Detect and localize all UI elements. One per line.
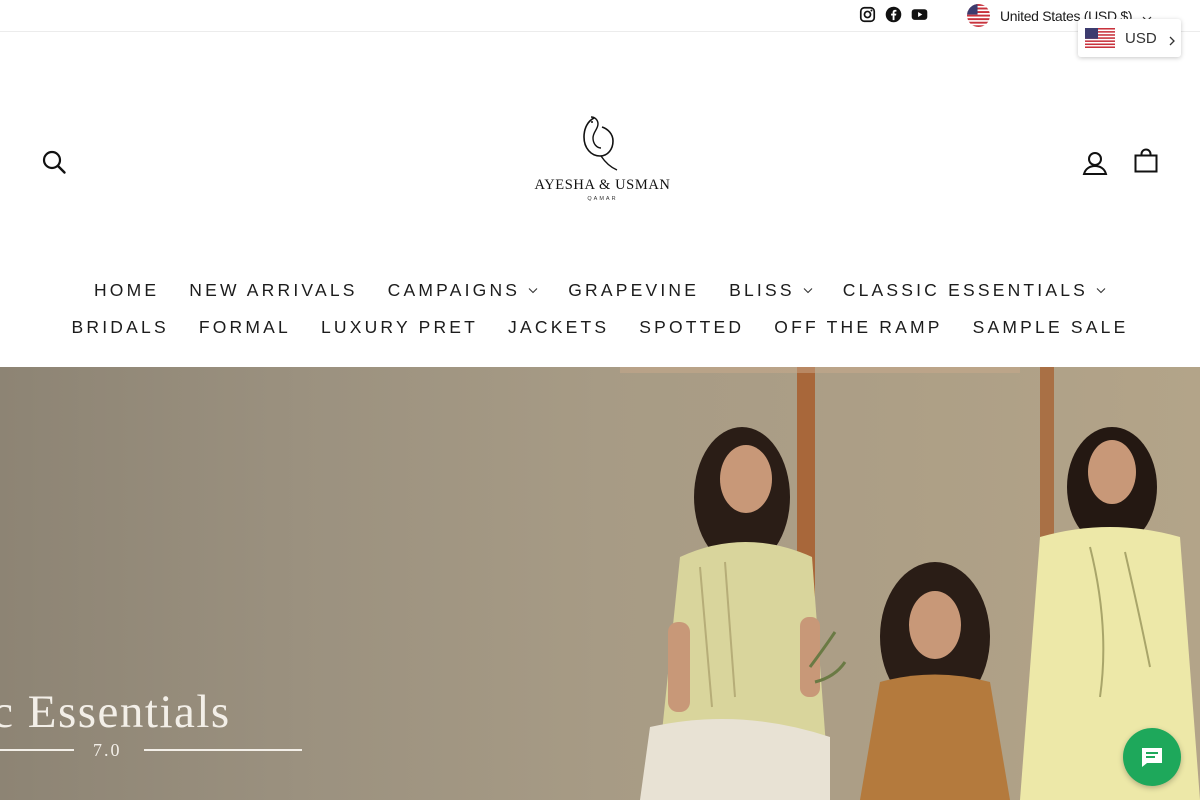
chat-button[interactable]: [1123, 728, 1181, 786]
utility-bar: United States (USD $): [0, 0, 1200, 32]
chat-bubble-icon: [1142, 748, 1162, 767]
nav-item-home[interactable]: HOME: [94, 280, 159, 301]
hero-subtitle: 7.0: [93, 740, 122, 760]
currency-switcher[interactable]: USD: [1078, 19, 1181, 57]
search-icon[interactable]: [41, 149, 67, 175]
nav-item-luxury-pret[interactable]: LUXURY PRET: [321, 317, 478, 338]
us-flag-icon: [1085, 28, 1115, 48]
us-flag-icon: [967, 4, 990, 27]
facebook-icon[interactable]: [885, 6, 902, 23]
nav-item-jackets[interactable]: JACKETS: [508, 317, 609, 338]
nav-item-off-the-ramp[interactable]: OFF THE RAMP: [774, 317, 942, 338]
user-icon[interactable]: [1082, 150, 1108, 176]
nav-item-formal[interactable]: FORMAL: [199, 317, 291, 338]
nav-item-bridals[interactable]: BRIDALS: [72, 317, 169, 338]
nav-item-campaigns[interactable]: CAMPAIGNS: [388, 280, 539, 301]
main-nav-row-2: BRIDALS FORMAL LUXURY PRET JACKETS SPOTT…: [0, 317, 1200, 338]
nav-item-classic-essentials[interactable]: CLASSIC ESSENTIALS: [843, 280, 1106, 301]
main-nav-row-1: HOME NEW ARRIVALS CAMPAIGNS GRAPEVINE BL…: [0, 280, 1200, 301]
hero-banner[interactable]: ssic Essentials 7.0: [0, 367, 1200, 800]
chevron-down-icon: [803, 288, 813, 294]
brand-name: AYESHA & USMAN: [534, 177, 671, 193]
bag-icon[interactable]: [1133, 148, 1159, 174]
currency-label: USD: [1125, 29, 1157, 47]
nav-item-bliss[interactable]: BLISS: [729, 280, 813, 301]
hero-title: ssic Essentials: [0, 686, 231, 738]
nav-item-spotted[interactable]: SPOTTED: [639, 317, 744, 338]
social-links: [859, 6, 928, 23]
nav-item-sample-sale[interactable]: SAMPLE SALE: [973, 317, 1129, 338]
chevron-right-icon: [1167, 33, 1177, 46]
nav-item-grapevine[interactable]: GRAPEVINE: [568, 280, 699, 301]
hero-divider-right: [144, 749, 302, 751]
youtube-icon[interactable]: [911, 6, 928, 23]
chevron-down-icon: [1096, 288, 1106, 294]
nav-item-new-arrivals[interactable]: NEW ARRIVALS: [189, 280, 357, 301]
bird-logo-icon: [583, 116, 618, 171]
instagram-icon[interactable]: [859, 6, 876, 23]
brand-subtitle: QAMAR: [587, 196, 618, 202]
hero-divider-left: [0, 749, 74, 751]
brand-logo[interactable]: AYESHA & USMAN QAMAR: [530, 115, 675, 207]
chevron-down-icon: [528, 288, 538, 294]
